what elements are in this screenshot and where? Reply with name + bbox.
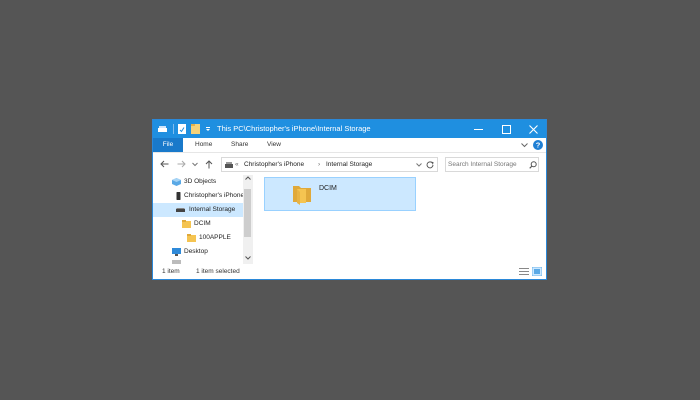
properties-icon[interactable] bbox=[178, 123, 186, 135]
selection-status: 1 item selected bbox=[196, 268, 240, 275]
maximize-button[interactable] bbox=[492, 120, 520, 138]
recent-locations-button[interactable] bbox=[189, 157, 201, 171]
window-menu-icon[interactable] bbox=[158, 123, 167, 135]
search-box[interactable] bbox=[445, 157, 539, 172]
drive-icon bbox=[225, 162, 233, 168]
scroll-down-icon[interactable] bbox=[243, 255, 252, 264]
close-icon bbox=[528, 124, 538, 134]
tab-home[interactable]: Home bbox=[187, 138, 220, 152]
folder-icon bbox=[187, 234, 196, 242]
minimize-icon bbox=[473, 128, 483, 130]
chevron-down-icon bbox=[192, 162, 198, 166]
up-button[interactable] bbox=[203, 157, 215, 171]
navigation-pane: 3D Objects Christopher's iPhone Internal… bbox=[153, 175, 252, 264]
item-count: 1 item bbox=[162, 268, 180, 275]
close-button[interactable] bbox=[519, 120, 546, 138]
folder-item-dcim[interactable]: DCIM bbox=[264, 177, 416, 211]
divider-line bbox=[173, 123, 174, 135]
minimize-button[interactable] bbox=[464, 120, 492, 138]
expand-ribbon-icon[interactable] bbox=[521, 142, 528, 148]
status-bar: 1 item 1 item selected bbox=[153, 264, 546, 279]
tab-view[interactable]: View bbox=[259, 138, 289, 152]
view-switcher bbox=[519, 267, 542, 276]
nav-item-iphone[interactable]: Christopher's iPhone bbox=[153, 189, 243, 203]
nav-item-3d-objects[interactable]: 3D Objects bbox=[153, 175, 243, 189]
details-view-icon[interactable] bbox=[519, 267, 529, 276]
scroll-up-icon[interactable] bbox=[243, 175, 252, 184]
search-input[interactable] bbox=[448, 159, 528, 170]
file-list-pane: DCIM bbox=[252, 175, 546, 264]
navigation-bar: « Christopher's iPhone › Internal Storag… bbox=[153, 153, 546, 175]
svg-text:?: ? bbox=[536, 141, 541, 150]
breadcrumb-segment[interactable]: Christopher's iPhone bbox=[244, 158, 304, 171]
chevron-down-icon[interactable] bbox=[416, 163, 422, 167]
new-folder-icon[interactable] bbox=[191, 123, 200, 135]
back-arrow-icon bbox=[159, 160, 168, 168]
file-explorer-window: This PC\Christopher's iPhone\Internal St… bbox=[152, 119, 547, 280]
refresh-icon[interactable] bbox=[426, 161, 434, 169]
ribbon-controls: ? bbox=[521, 139, 543, 151]
nav-item-dcim[interactable]: DCIM bbox=[153, 217, 243, 231]
drive-icon bbox=[176, 208, 185, 212]
nav-item-label: 100APPLE bbox=[199, 234, 231, 241]
address-bar[interactable]: « Christopher's iPhone › Internal Storag… bbox=[221, 157, 438, 172]
tab-share[interactable]: Share bbox=[223, 138, 256, 152]
desktop-icon bbox=[172, 248, 181, 256]
3d-objects-icon bbox=[172, 178, 181, 186]
large-icons-view-icon[interactable] bbox=[532, 267, 542, 276]
scrollbar-thumb[interactable] bbox=[244, 189, 251, 237]
maximize-icon bbox=[501, 124, 511, 134]
tab-file[interactable]: File bbox=[153, 138, 183, 152]
folder-icon bbox=[182, 220, 191, 228]
breadcrumb-segment[interactable]: Internal Storage bbox=[326, 158, 372, 171]
folder-name: DCIM bbox=[319, 185, 337, 192]
nav-item-label: 3D Objects bbox=[184, 178, 217, 185]
forward-arrow-icon bbox=[177, 160, 186, 168]
nav-item-label: Desktop bbox=[184, 248, 208, 255]
window-title: This PC\Christopher's iPhone\Internal St… bbox=[217, 124, 371, 133]
nav-item-label: Christopher's iPhone bbox=[184, 192, 243, 199]
folder-icon bbox=[293, 186, 311, 205]
forward-button[interactable] bbox=[175, 157, 187, 171]
phone-icon bbox=[176, 192, 181, 200]
nav-scrollbar[interactable] bbox=[243, 175, 252, 264]
overflow-chevron[interactable]: « bbox=[235, 158, 239, 171]
customize-toolbar-icon[interactable] bbox=[205, 123, 211, 135]
nav-item-100apple[interactable]: 100APPLE bbox=[153, 231, 243, 245]
nav-item-desktop[interactable]: Desktop bbox=[153, 245, 243, 259]
nav-item-label: Internal Storage bbox=[189, 206, 236, 213]
up-arrow-icon bbox=[205, 159, 213, 168]
nav-item-internal-storage[interactable]: Internal Storage bbox=[153, 203, 243, 217]
back-button[interactable] bbox=[158, 157, 170, 171]
help-icon[interactable]: ? bbox=[533, 140, 543, 150]
title-bar: This PC\Christopher's iPhone\Internal St… bbox=[153, 120, 546, 138]
nav-item-label: DCIM bbox=[194, 220, 211, 227]
search-icon[interactable] bbox=[529, 161, 537, 169]
breadcrumb-separator[interactable]: › bbox=[318, 158, 320, 171]
ribbon-tabs: File Home Share View ? bbox=[153, 138, 546, 153]
